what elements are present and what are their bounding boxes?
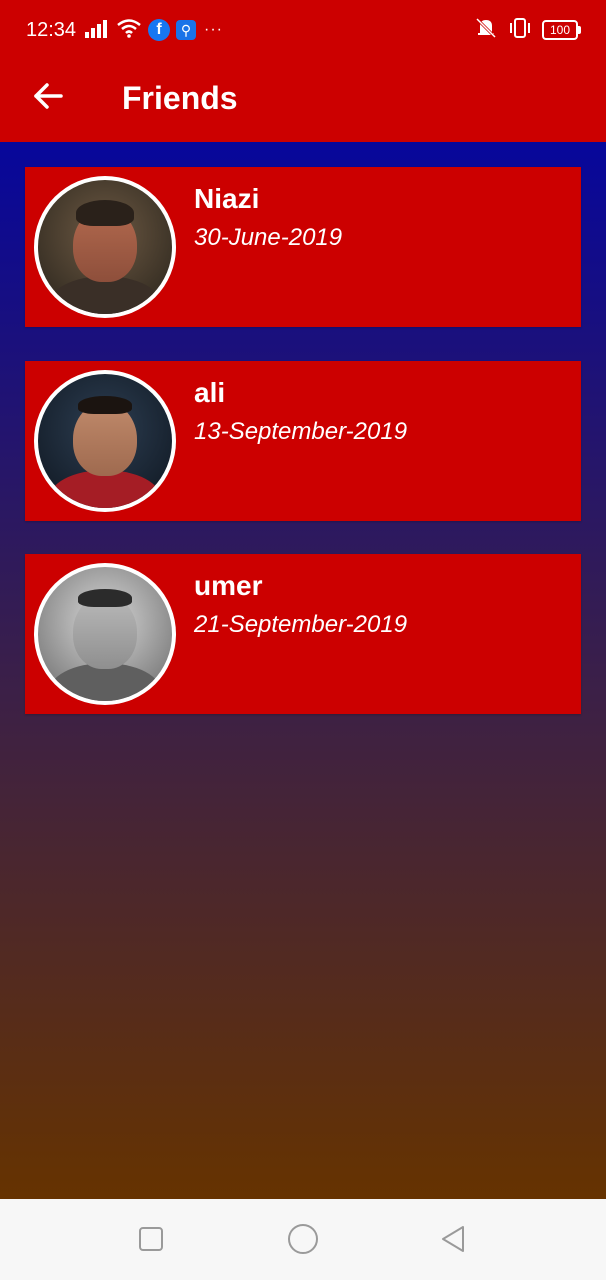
avatar xyxy=(34,563,176,705)
wifi-icon xyxy=(116,18,142,43)
status-icons-left: f ⚲ ··· xyxy=(84,18,223,42)
circle-icon xyxy=(286,1222,320,1261)
friend-name: Niazi xyxy=(194,183,260,214)
arrow-left-icon xyxy=(33,82,63,115)
usb-icon: ⚲ xyxy=(176,20,196,40)
system-nav-bar xyxy=(0,1199,606,1280)
friend-date: 30-June-2019 xyxy=(194,224,343,251)
vibrate-icon xyxy=(508,17,532,44)
friend-date: 13-September-2019 xyxy=(194,418,408,445)
recents-button[interactable] xyxy=(131,1221,171,1261)
square-icon xyxy=(138,1226,164,1257)
status-time: 12:34 xyxy=(26,19,77,41)
facebook-icon: f xyxy=(148,19,170,41)
overflow-dots: ··· xyxy=(204,21,223,38)
friend-name: umer xyxy=(194,570,263,601)
status-bar: 12:34 f ⚲ ··· 100 xyxy=(0,0,606,60)
mute-bell-icon xyxy=(474,17,498,44)
friend-card[interactable]: ali 13-September-2019 xyxy=(25,361,581,521)
avatar xyxy=(34,370,176,512)
battery-icon: 100 xyxy=(542,20,581,40)
status-icons-right: 100 xyxy=(474,17,581,44)
friend-card[interactable]: umer 21-September-2019 xyxy=(25,554,581,714)
friend-date: 21-September-2019 xyxy=(194,611,408,638)
avatar xyxy=(34,176,176,318)
triangle-back-icon xyxy=(439,1224,469,1259)
page-title: Friends xyxy=(122,80,238,116)
home-button[interactable] xyxy=(283,1221,323,1261)
friend-name: ali xyxy=(194,377,226,408)
friend-card[interactable]: Niazi 30-June-2019 xyxy=(25,167,581,327)
signal-icon xyxy=(84,18,110,43)
friends-list: Niazi 30-June-2019 ali 13-September-2019… xyxy=(0,142,606,1199)
app-bar: Friends xyxy=(0,60,606,142)
back-button[interactable] xyxy=(24,74,72,122)
system-back-button[interactable] xyxy=(434,1221,474,1261)
